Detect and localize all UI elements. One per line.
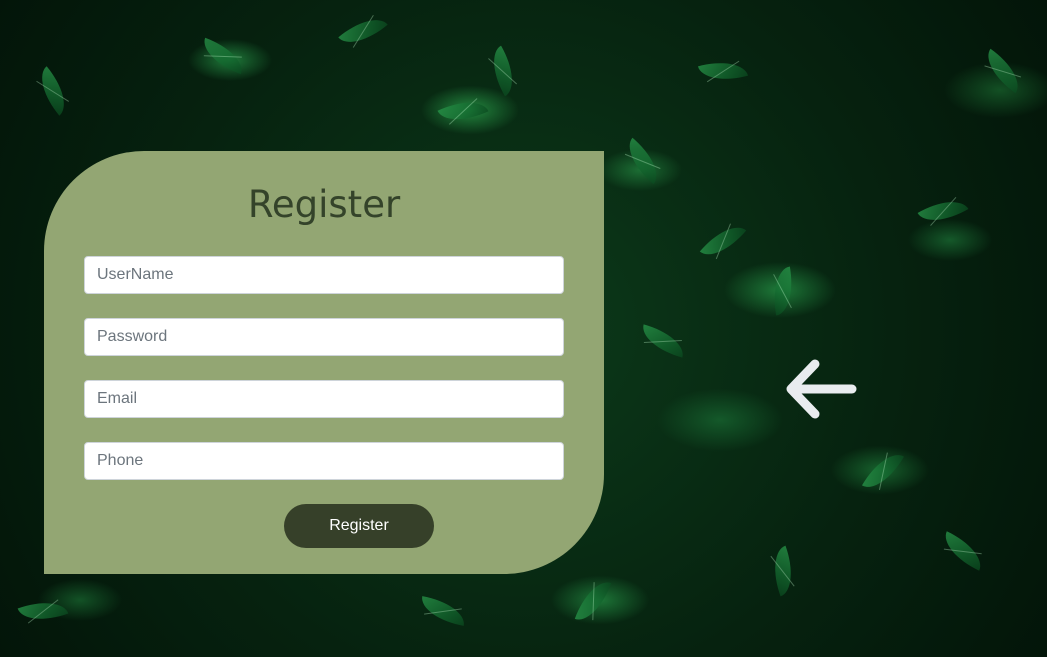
- arrow-left-icon: [786, 359, 857, 419]
- phone-input[interactable]: [84, 442, 564, 480]
- page-title: Register: [247, 183, 401, 226]
- leaf-decoration: [977, 48, 1029, 94]
- leaf-decoration: [29, 66, 77, 116]
- leaf-decoration: [637, 324, 689, 358]
- leaf-decoration: [917, 189, 969, 233]
- leaf-decoration: [17, 592, 69, 630]
- leaf-decoration: [481, 45, 525, 97]
- leaf-decoration: [699, 216, 747, 266]
- leaf-decoration: [338, 7, 388, 55]
- leaf-decoration: [418, 596, 468, 626]
- leaf-decoration: [768, 266, 798, 316]
- email-input[interactable]: [84, 380, 564, 418]
- leaf-decoration: [574, 575, 612, 627]
- username-input[interactable]: [84, 256, 564, 294]
- back-button[interactable]: [783, 358, 861, 424]
- password-input[interactable]: [84, 318, 564, 356]
- leaf-decoration: [437, 91, 489, 131]
- leaf-decoration: [697, 54, 749, 88]
- register-button[interactable]: Register: [284, 504, 434, 548]
- leaf-decoration: [764, 545, 802, 597]
- leaf-decoration: [197, 37, 249, 75]
- leaf-decoration: [618, 137, 668, 185]
- leaf-decoration: [861, 445, 905, 497]
- leaf-decoration: [937, 531, 989, 571]
- register-card: Register Register: [44, 151, 604, 574]
